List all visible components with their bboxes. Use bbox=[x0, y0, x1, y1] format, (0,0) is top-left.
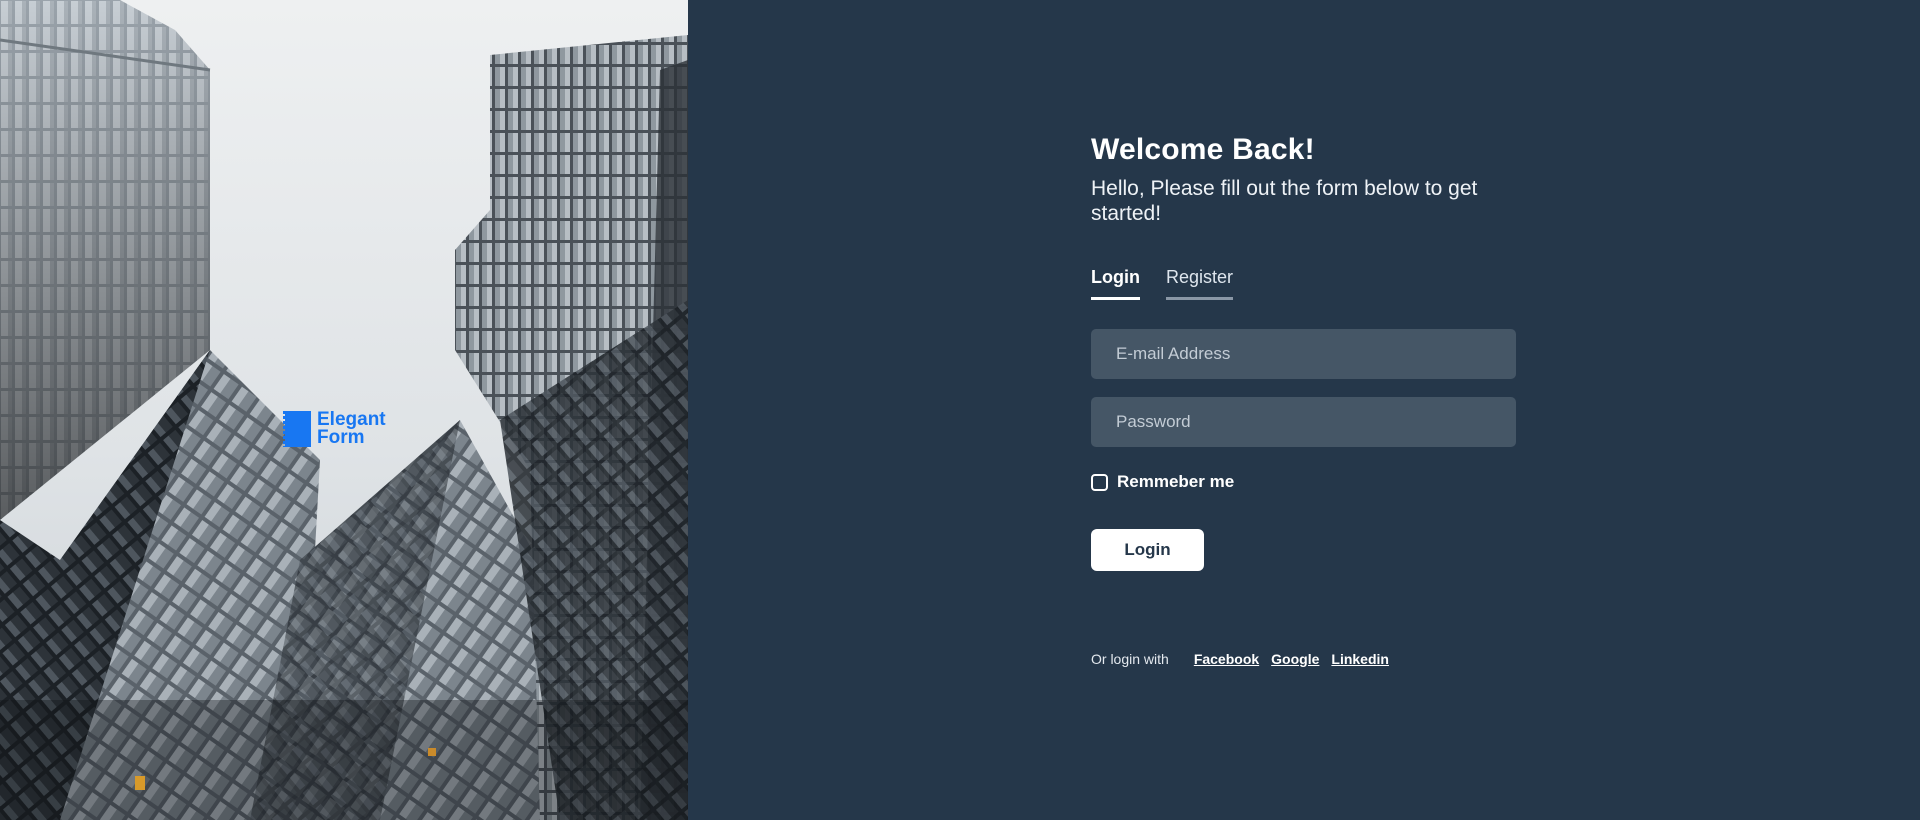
facebook-link[interactable]: Facebook bbox=[1194, 651, 1259, 667]
login-button[interactable]: Login bbox=[1091, 529, 1204, 571]
password-field[interactable] bbox=[1091, 397, 1516, 447]
form-panel: Welcome Back! Hello, Please fill out the… bbox=[688, 0, 1920, 820]
linkedin-link[interactable]: Linkedin bbox=[1331, 651, 1389, 667]
email-field[interactable] bbox=[1091, 329, 1516, 379]
auth-tabs: Login Register bbox=[1091, 267, 1516, 300]
social-label: Or login with bbox=[1091, 651, 1169, 667]
brand-mark-icon bbox=[283, 411, 311, 447]
brand-wordmark: Elegant Form bbox=[317, 410, 386, 448]
remember-checkbox[interactable] bbox=[1091, 473, 1108, 491]
remember-me: Remmeber me bbox=[1091, 472, 1516, 492]
page-subtitle: Hello, Please fill out the form below to… bbox=[1091, 177, 1478, 225]
brand-line-2: Form bbox=[317, 427, 365, 448]
remember-label[interactable]: Remmeber me bbox=[1117, 472, 1234, 492]
tab-login[interactable]: Login bbox=[1091, 267, 1140, 300]
login-form: Welcome Back! Hello, Please fill out the… bbox=[1091, 130, 1516, 667]
page-title: Welcome Back! bbox=[1091, 133, 1315, 166]
social-login: Or login with Facebook Google Linkedin bbox=[1091, 651, 1516, 667]
google-link[interactable]: Google bbox=[1271, 651, 1319, 667]
hero-image: Elegant Form bbox=[0, 0, 688, 820]
login-page: Elegant Form Welcome Back! Hello, Please… bbox=[0, 0, 1920, 820]
tab-register[interactable]: Register bbox=[1165, 267, 1234, 300]
brand-logo: Elegant Form bbox=[283, 410, 386, 448]
